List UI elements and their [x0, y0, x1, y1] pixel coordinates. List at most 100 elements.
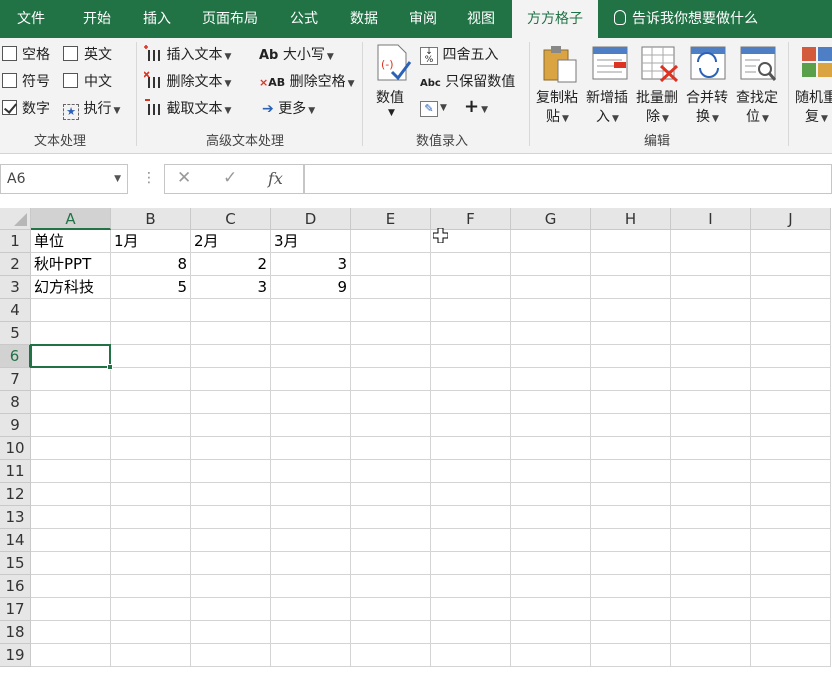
cell-f17[interactable]: [431, 598, 511, 621]
cell-h2[interactable]: [591, 253, 671, 276]
enter-icon[interactable]: ✓: [223, 168, 237, 188]
cell-d13[interactable]: [271, 506, 351, 529]
row-header-1[interactable]: 1: [0, 230, 31, 253]
cancel-icon[interactable]: ✕: [177, 168, 191, 188]
cell-j15[interactable]: [751, 552, 831, 575]
cell-c14[interactable]: [191, 529, 271, 552]
cell-b3[interactable]: 5: [111, 276, 191, 299]
tab-fangfang-gezi[interactable]: 方方格子: [512, 0, 598, 38]
cell-e9[interactable]: [351, 414, 431, 437]
cell-f15[interactable]: [431, 552, 511, 575]
cell-h16[interactable]: [591, 575, 671, 598]
cell-c2[interactable]: 2: [191, 253, 271, 276]
cell-g7[interactable]: [511, 368, 591, 391]
cell-f8[interactable]: [431, 391, 511, 414]
cell-h10[interactable]: [591, 437, 671, 460]
cell-j7[interactable]: [751, 368, 831, 391]
round-button[interactable]: ↓% 四舍五入: [420, 44, 498, 65]
cell-b9[interactable]: [111, 414, 191, 437]
cell-d7[interactable]: [271, 368, 351, 391]
cell-g19[interactable]: [511, 644, 591, 667]
cell-d12[interactable]: [271, 483, 351, 506]
cell-c4[interactable]: [191, 299, 271, 322]
cell-d5[interactable]: [271, 322, 351, 345]
value-button[interactable]: (-): [376, 44, 412, 88]
cell-i6[interactable]: [671, 345, 751, 368]
tell-me-search[interactable]: 告诉我你想要做什么: [614, 0, 758, 38]
cell-h3[interactable]: [591, 276, 671, 299]
find-locate-button[interactable]: [740, 46, 778, 86]
cell-b12[interactable]: [111, 483, 191, 506]
cell-h5[interactable]: [591, 322, 671, 345]
row-header-12[interactable]: 12: [0, 483, 31, 506]
cell-b18[interactable]: [111, 621, 191, 644]
cell-a6[interactable]: [31, 345, 111, 368]
cell-d6[interactable]: [271, 345, 351, 368]
cell-h19[interactable]: [591, 644, 671, 667]
cell-j16[interactable]: [751, 575, 831, 598]
cell-h15[interactable]: [591, 552, 671, 575]
formula-input[interactable]: [304, 164, 832, 194]
cell-b1[interactable]: 1月: [111, 230, 191, 253]
cell-g17[interactable]: [511, 598, 591, 621]
row-header-5[interactable]: 5: [0, 322, 31, 345]
new-insert-button[interactable]: [592, 46, 628, 86]
cell-a2[interactable]: 秋叶PPT: [31, 253, 111, 276]
cell-c15[interactable]: [191, 552, 271, 575]
cell-f6[interactable]: [431, 345, 511, 368]
cell-e11[interactable]: [351, 460, 431, 483]
cell-j18[interactable]: [751, 621, 831, 644]
cell-i16[interactable]: [671, 575, 751, 598]
cell-f19[interactable]: [431, 644, 511, 667]
cell-i18[interactable]: [671, 621, 751, 644]
cell-d17[interactable]: [271, 598, 351, 621]
row-header-14[interactable]: 14: [0, 529, 31, 552]
cell-g10[interactable]: [511, 437, 591, 460]
row-header-17[interactable]: 17: [0, 598, 31, 621]
cell-i3[interactable]: [671, 276, 751, 299]
cell-h13[interactable]: [591, 506, 671, 529]
extract-text-button[interactable]: 截取文本 ▼: [144, 98, 231, 118]
tab-page-layout[interactable]: 页面布局: [190, 0, 270, 38]
cell-j10[interactable]: [751, 437, 831, 460]
cell-f12[interactable]: [431, 483, 511, 506]
cell-j9[interactable]: [751, 414, 831, 437]
column-header-e[interactable]: E: [351, 208, 431, 230]
row-header-11[interactable]: 11: [0, 460, 31, 483]
cell-e14[interactable]: [351, 529, 431, 552]
cell-i14[interactable]: [671, 529, 751, 552]
cell-d19[interactable]: [271, 644, 351, 667]
cell-h14[interactable]: [591, 529, 671, 552]
cell-d1[interactable]: 3月: [271, 230, 351, 253]
cell-c12[interactable]: [191, 483, 271, 506]
column-header-j[interactable]: J: [751, 208, 831, 230]
row-header-3[interactable]: 3: [0, 276, 31, 299]
tab-review[interactable]: 审阅: [393, 0, 453, 38]
cell-e15[interactable]: [351, 552, 431, 575]
cell-e6[interactable]: [351, 345, 431, 368]
cell-i1[interactable]: [671, 230, 751, 253]
cell-b2[interactable]: 8: [111, 253, 191, 276]
cell-d8[interactable]: [271, 391, 351, 414]
cell-e8[interactable]: [351, 391, 431, 414]
cell-j3[interactable]: [751, 276, 831, 299]
cell-g2[interactable]: [511, 253, 591, 276]
cell-f5[interactable]: [431, 322, 511, 345]
cell-d15[interactable]: [271, 552, 351, 575]
cell-j12[interactable]: [751, 483, 831, 506]
row-header-2[interactable]: 2: [0, 253, 31, 276]
cell-b14[interactable]: [111, 529, 191, 552]
cell-f14[interactable]: [431, 529, 511, 552]
merge-convert-button[interactable]: [690, 46, 726, 86]
value-dropdown-caret[interactable]: ▼: [388, 108, 395, 118]
cell-c9[interactable]: [191, 414, 271, 437]
cell-a17[interactable]: [31, 598, 111, 621]
cell-e13[interactable]: [351, 506, 431, 529]
row-header-7[interactable]: 7: [0, 368, 31, 391]
cell-f3[interactable]: [431, 276, 511, 299]
cell-c10[interactable]: [191, 437, 271, 460]
cell-a4[interactable]: [31, 299, 111, 322]
cell-g4[interactable]: [511, 299, 591, 322]
column-header-d[interactable]: D: [271, 208, 351, 230]
cell-i4[interactable]: [671, 299, 751, 322]
